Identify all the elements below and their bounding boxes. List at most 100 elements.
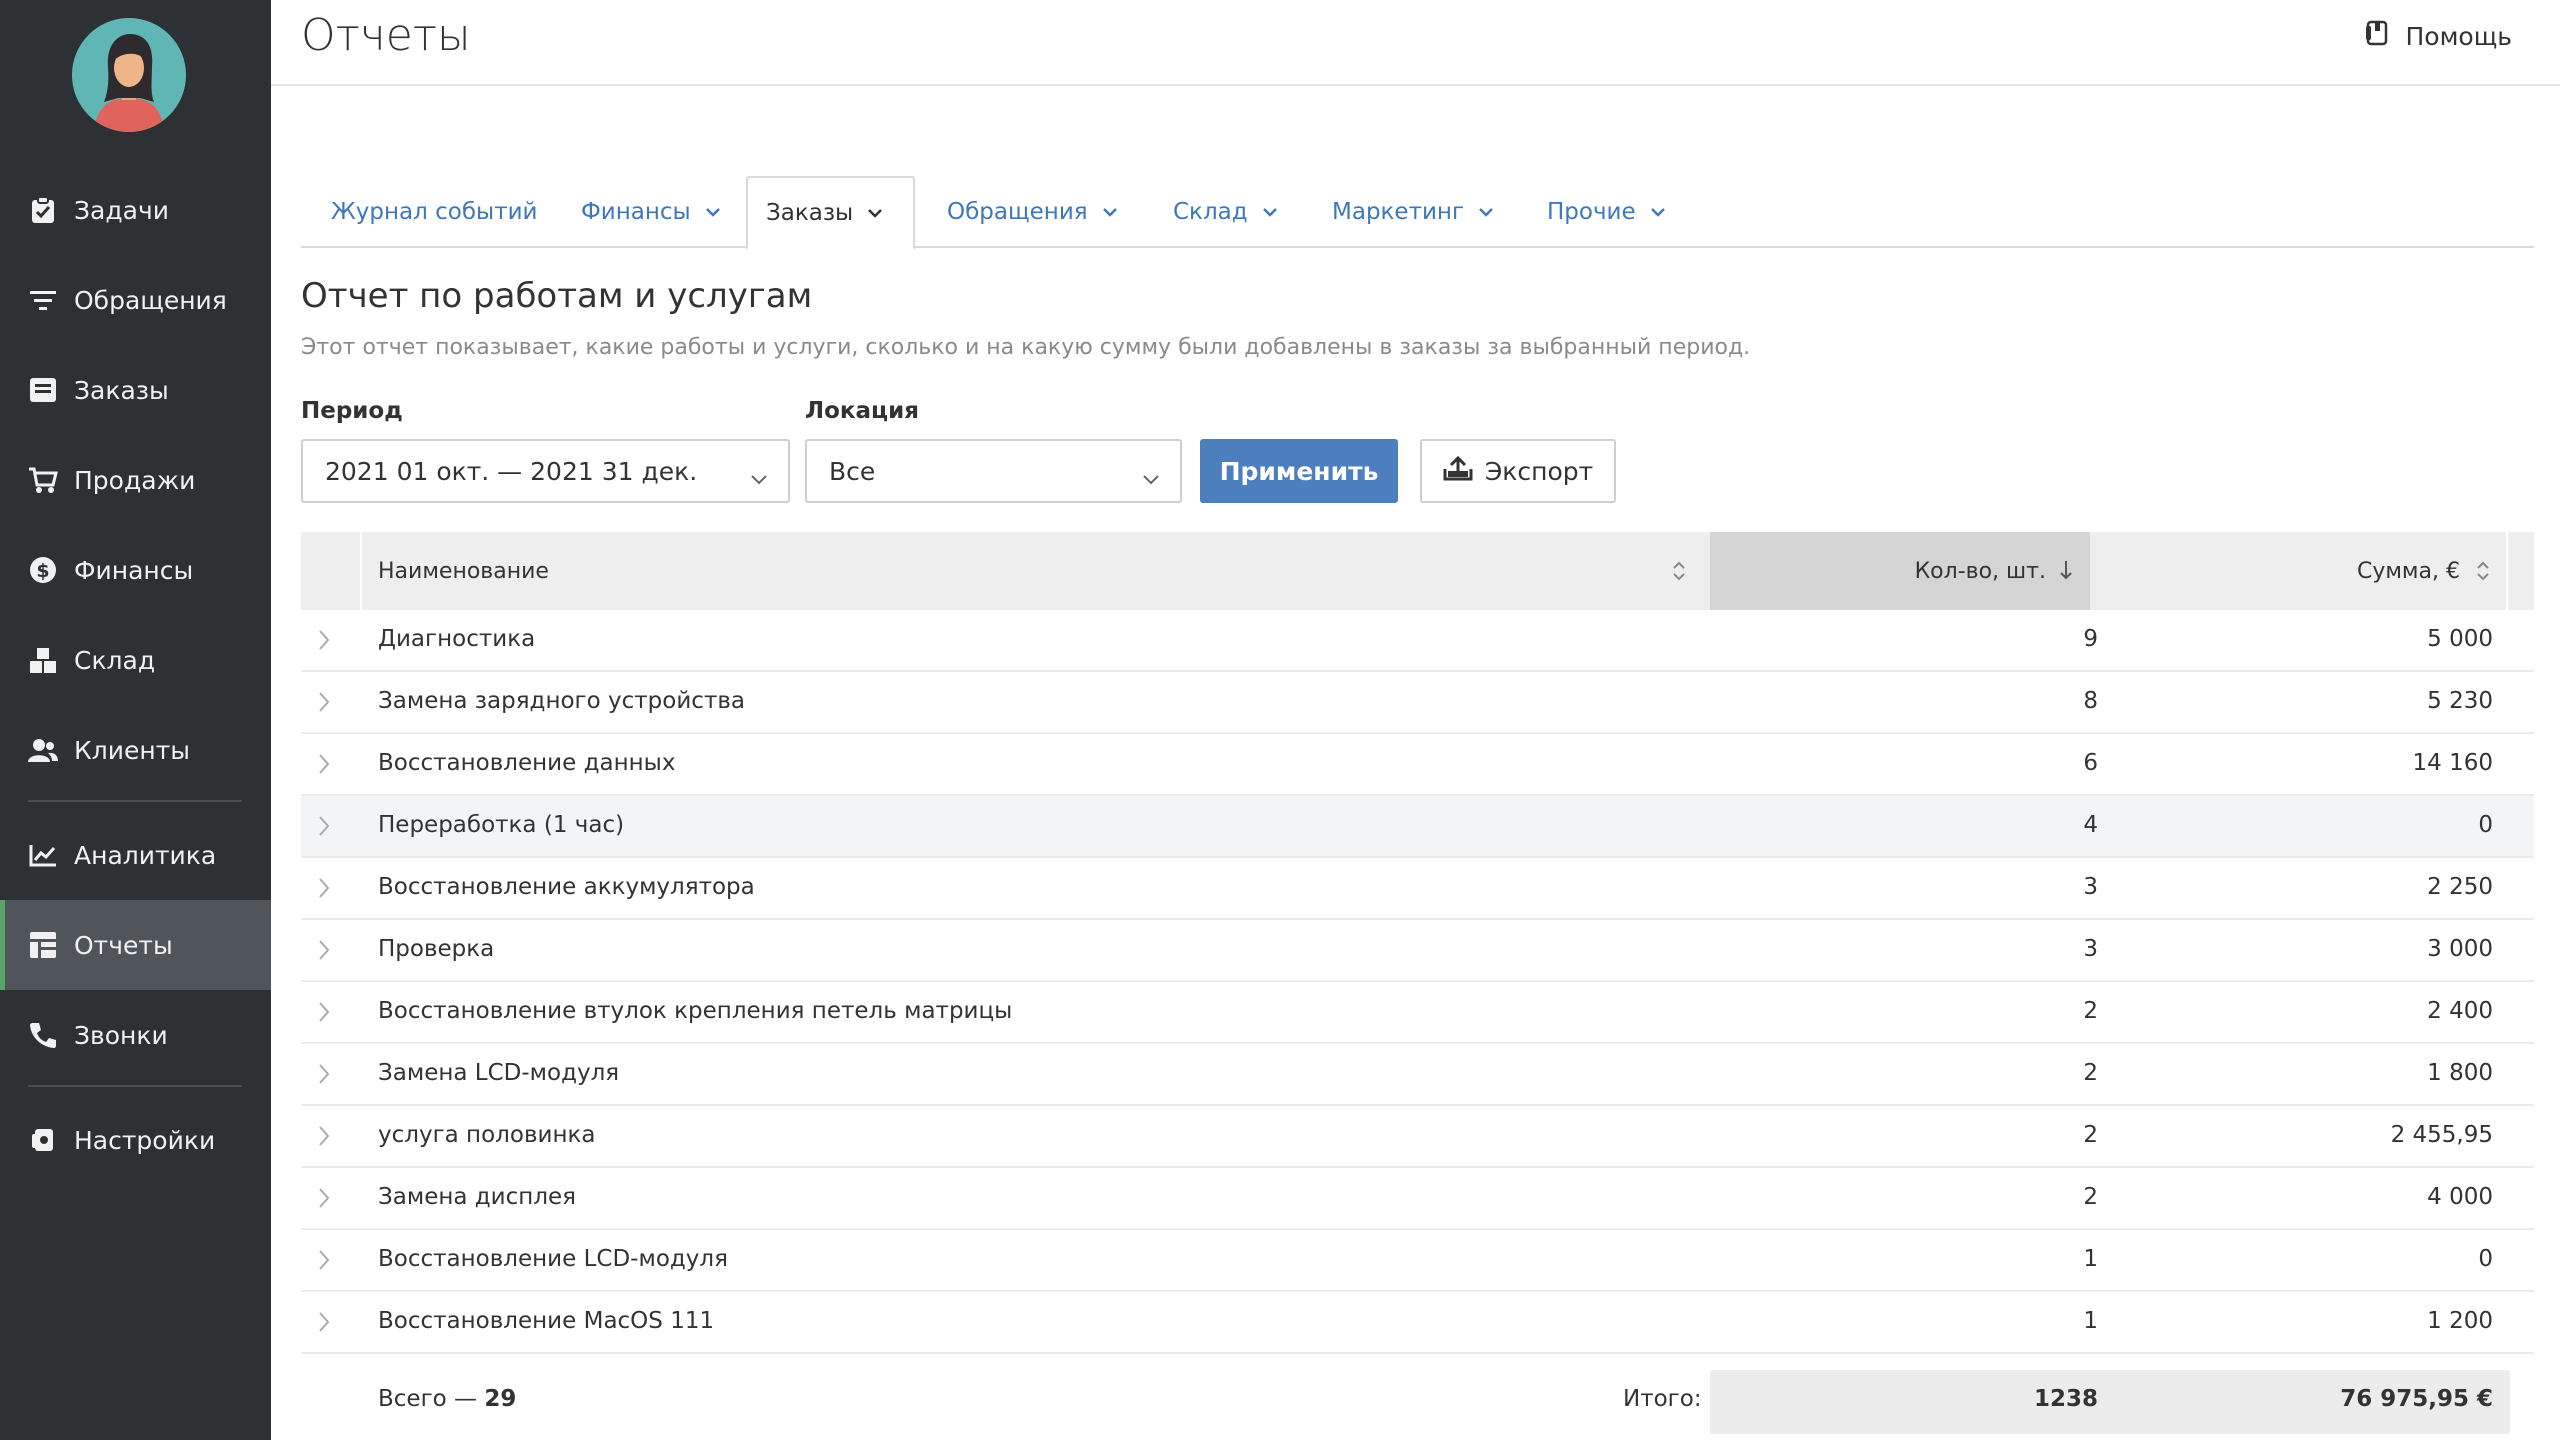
sidebar-item-warehouse[interactable]: Склад xyxy=(0,615,271,705)
table-row[interactable]: Замена LCD-модуля 2 1 800 xyxy=(301,1044,2534,1106)
row-qty: 1 xyxy=(2083,1246,2098,1272)
sidebar-item-reports[interactable]: Отчеты xyxy=(0,900,271,990)
chevron-right-icon[interactable] xyxy=(317,1062,331,1090)
chevron-right-icon[interactable] xyxy=(317,814,331,842)
row-qty: 6 xyxy=(2083,750,2098,776)
row-name: Восстановление втулок крепления петель м… xyxy=(378,998,1013,1024)
sidebar-item-clients[interactable]: Клиенты xyxy=(0,705,271,795)
column-header-qty[interactable]: Кол-во, шт. xyxy=(1710,532,2090,610)
table-row[interactable]: Восстановление MacOS 111 1 1 200 xyxy=(301,1292,2534,1354)
column-header-name[interactable]: Наименование xyxy=(378,532,1708,610)
chevron-right-icon[interactable] xyxy=(317,1310,331,1338)
chevron-right-icon[interactable] xyxy=(317,938,331,966)
row-sum: 5 000 xyxy=(2427,626,2493,652)
tab-marketing[interactable]: Маркетинг xyxy=(1314,176,1512,248)
chevron-right-icon[interactable] xyxy=(317,876,331,904)
sidebar-item-label: Продажи xyxy=(74,465,196,495)
boxes-icon xyxy=(28,645,58,675)
users-icon xyxy=(28,735,58,765)
sidebar-item-requests[interactable]: Обращения xyxy=(0,255,271,345)
row-name: Восстановление MacOS 111 xyxy=(378,1308,715,1334)
row-qty: 8 xyxy=(2083,688,2098,714)
tab-event-log[interactable]: Журнал событий xyxy=(313,176,555,248)
chevron-right-icon[interactable] xyxy=(317,752,331,780)
sidebar-divider xyxy=(28,800,242,802)
tab-label: Маркетинг xyxy=(1332,199,1465,225)
table-row[interactable]: Восстановление аккумулятора 3 2 250 xyxy=(301,858,2534,920)
chevron-down-icon xyxy=(1262,207,1278,217)
apply-button[interactable]: Применить xyxy=(1200,439,1398,503)
tab-requests[interactable]: Обращения xyxy=(929,176,1136,248)
column-header-sum[interactable]: Сумма, € xyxy=(2090,532,2534,610)
total-count: Всего — 29 xyxy=(378,1386,516,1412)
table-row[interactable]: Восстановление данных 6 14 160 xyxy=(301,734,2534,796)
sidebar-item-label: Заказы xyxy=(74,375,169,405)
location-select[interactable]: Все xyxy=(805,439,1182,503)
table-row[interactable]: Замена дисплея 2 4 000 xyxy=(301,1168,2534,1230)
table-row[interactable]: Диагностика 9 5 000 xyxy=(301,610,2534,672)
row-qty: 4 xyxy=(2083,812,2098,838)
row-name: Проверка xyxy=(378,936,495,962)
tab-orders[interactable]: Заказы xyxy=(746,176,915,250)
cart-icon xyxy=(28,465,58,495)
chevron-down-icon xyxy=(1142,463,1160,492)
location-value: Все xyxy=(829,456,876,486)
row-qty: 9 xyxy=(2083,626,2098,652)
tab-label: Журнал событий xyxy=(331,199,538,225)
row-name: Восстановление аккумулятора xyxy=(378,874,755,900)
chevron-down-icon xyxy=(750,463,768,492)
sidebar-item-calls[interactable]: Звонки xyxy=(0,990,271,1080)
table-row[interactable]: услуга половинка 2 2 455,95 xyxy=(301,1106,2534,1168)
chevron-right-icon[interactable] xyxy=(317,690,331,718)
report-tabs: Журнал событий Финансы Заказы Обращения … xyxy=(301,176,2534,250)
chevron-down-icon xyxy=(867,208,883,218)
sidebar-item-label: Задачи xyxy=(74,195,169,225)
help-button[interactable]: Помощь xyxy=(2365,20,2512,52)
row-sum: 3 000 xyxy=(2427,936,2493,962)
table-row[interactable]: Переработка (1 час) 4 0 xyxy=(301,796,2534,858)
sidebar-item-tasks[interactable]: Задачи xyxy=(0,165,271,255)
sidebar-item-finance[interactable]: $ Финансы xyxy=(0,525,271,615)
row-sum: 1 200 xyxy=(2427,1308,2493,1334)
table-row[interactable]: Замена зарядного устройства 8 5 230 xyxy=(301,672,2534,734)
user-avatar[interactable] xyxy=(72,18,186,132)
chart-line-icon xyxy=(28,840,58,870)
tab-label: Прочие xyxy=(1547,199,1636,225)
tab-finance[interactable]: Финансы xyxy=(563,176,739,248)
sidebar-item-label: Отчеты xyxy=(74,930,173,960)
tab-other[interactable]: Прочие xyxy=(1529,176,1684,248)
table-row[interactable]: Восстановление втулок крепления петель м… xyxy=(301,982,2534,1044)
gear-icon xyxy=(28,1125,58,1155)
svg-text:$: $ xyxy=(36,560,49,582)
tab-label: Обращения xyxy=(947,199,1088,225)
chevron-right-icon[interactable] xyxy=(317,628,331,656)
table-row[interactable]: Восстановление LCD-модуля 1 0 xyxy=(301,1230,2534,1292)
sidebar-item-orders[interactable]: Заказы xyxy=(0,345,271,435)
row-qty: 2 xyxy=(2083,1184,2098,1210)
sidebar-item-analytics[interactable]: Аналитика xyxy=(0,810,271,900)
sidebar-item-label: Настройки xyxy=(74,1125,216,1155)
table-row[interactable]: Проверка 3 3 000 xyxy=(301,920,2534,982)
chevron-right-icon[interactable] xyxy=(317,1124,331,1152)
page-title: Отчеты xyxy=(301,10,471,61)
table-body: Диагностика 9 5 000 Замена зарядного устрой… xyxy=(301,610,2534,1354)
sidebar-item-label: Финансы xyxy=(74,555,194,585)
tab-label: Финансы xyxy=(581,199,691,225)
column-header-label: Наименование xyxy=(378,558,549,584)
column-divider xyxy=(2506,532,2508,610)
report-table: Наименование Кол-во, шт. Сумма, € Диагно… xyxy=(301,532,2534,1440)
chevron-right-icon[interactable] xyxy=(317,1000,331,1028)
phone-icon xyxy=(28,1020,58,1050)
sidebar-item-settings[interactable]: Настройки xyxy=(0,1095,271,1185)
tab-warehouse[interactable]: Склад xyxy=(1155,176,1296,248)
period-select[interactable]: 2021 01 окт. — 2021 31 дек. xyxy=(301,439,790,503)
export-icon xyxy=(1443,455,1473,487)
row-qty: 2 xyxy=(2083,998,2098,1024)
chevron-right-icon[interactable] xyxy=(317,1186,331,1214)
chevron-right-icon[interactable] xyxy=(317,1248,331,1276)
row-sum: 14 160 xyxy=(2412,750,2493,776)
export-button[interactable]: Экспорт xyxy=(1420,439,1616,503)
sort-desc-icon xyxy=(2058,558,2074,588)
table-icon xyxy=(28,930,58,960)
sidebar-item-sales[interactable]: Продажи xyxy=(0,435,271,525)
